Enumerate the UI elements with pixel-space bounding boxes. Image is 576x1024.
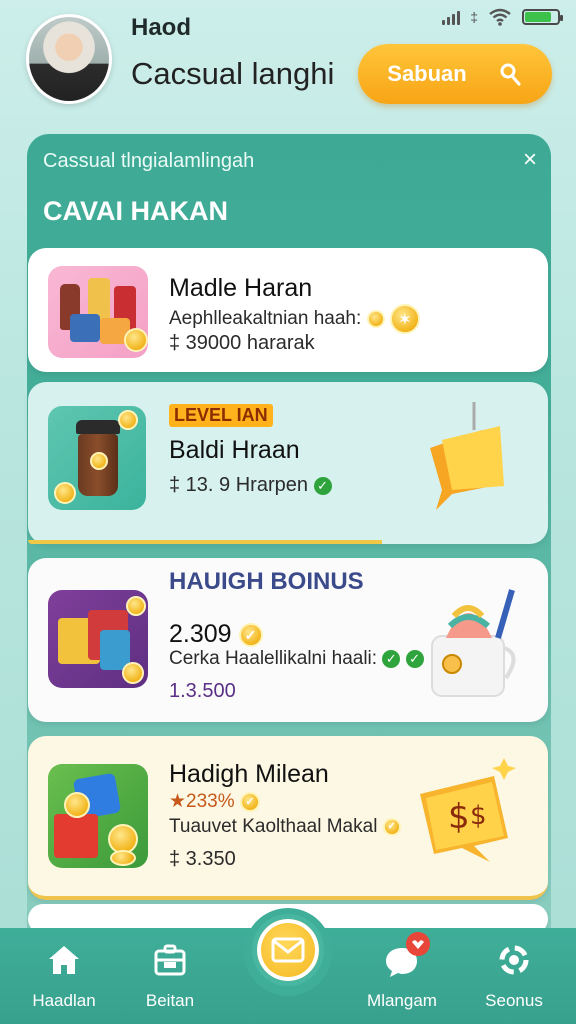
level-badge: LEVEL IAN [169,404,273,427]
top-action-button[interactable]: Sabuan [358,44,552,104]
close-icon[interactable]: × [523,146,537,174]
check-icon: ✓ [313,476,332,495]
panel-subtitle: Cassual tlngialamlingah [43,150,255,172]
card-title: Madle Haran [169,274,313,302]
panel-title: CAVAI HAKAN [43,196,228,226]
level-card[interactable]: LEVEL IAN Baldi Hraan ‡ 13. 9 Hrarpen ✓ [28,382,548,544]
nav-label: Haadlan [32,991,96,1010]
cup-icon [48,406,146,510]
ticket-icon: $ $ [420,758,516,862]
card-title-text: 2.309 [169,620,232,648]
flag-icon [430,402,504,510]
card-heading: HAUIGH BOINUS [169,568,364,595]
signal-label: ‡ [470,9,478,25]
coin-icon: ✓ [239,791,260,812]
card-value: 1.3.500 [169,680,236,702]
status-bar: ‡ [442,8,563,26]
card-title: 2.309 ✓ [169,620,263,649]
home-icon [49,946,79,974]
nav-item-chat[interactable]: Mlangam [352,932,452,1011]
card-value-text: ‡ 13. 9 Hrarpen [169,474,308,496]
card-description: Tuauvet Kaolthaal Makal ✓ [169,816,401,838]
treasure-icon [48,764,148,868]
top-action-label: Sabuan [387,61,467,86]
coin-icon: ✓ [382,817,401,836]
battery-level [525,12,551,22]
card-description-text: Aephlleakaltnian haah: [169,308,362,330]
card-value: ‡ 39000 hararak [169,332,315,354]
level-progress-bar [28,540,382,544]
offer-card[interactable]: Madle Haran Aephlleakaltnian haah: ✶ ‡ 3… [28,248,548,372]
user-icon [500,63,521,86]
card-description-text: Cerka Haalellikalni haali: [169,648,378,669]
card-title: Baldi Hraan [169,436,300,464]
mail-icon [271,937,305,963]
coin-icon [366,310,385,328]
svg-text:$: $ [448,797,470,837]
card-percent-text: ★233% [169,791,235,812]
card-value: ‡ 3.350 [169,848,236,870]
nav-item-settings[interactable]: Seonus [464,942,564,1011]
center-mail-button[interactable] [252,914,324,986]
gift-box-icon [48,590,148,688]
settings-icon [499,945,529,975]
wifi-icon [489,8,511,26]
user-name: Haod [131,14,191,41]
bonus-card[interactable]: HAUIGH BOINUS 2.309 ✓ Cerka Haalellikaln… [28,558,548,722]
user-subtitle: Cacsual langhi [131,56,335,91]
card-title: Hadigh Milean [169,760,329,788]
card-value: ‡ 13. 9 Hrarpen ✓ [169,474,332,497]
svg-text:$: $ [470,801,487,831]
coin-icon: ✓ [238,623,263,648]
nav-label: Beitan [145,991,195,1010]
check-icon: ✓ [382,649,401,668]
star-coin-icon: ✶ [389,304,420,334]
nav-item-briefcase[interactable]: Beitan [120,942,220,1011]
card-percent: ★233% ✓ [169,790,260,813]
check-icon: ✓ [405,649,424,668]
gift-bundle-icon [48,266,148,358]
signal-icon [442,9,461,25]
avatar[interactable] [26,14,112,104]
reward-card[interactable]: Hadigh Milean ★233% ✓ Tuauvet Kaolthaal … [28,736,548,900]
nav-label: Mlangam [367,991,437,1010]
card-description-text: Tuauvet Kaolthaal Makal [169,816,378,837]
card-description: Aephlleakaltnian haah: ✶ [169,304,420,334]
nav-item-home[interactable]: Haadlan [14,942,114,1011]
chat-icon [386,932,430,977]
nav-label: Seonus [485,991,543,1010]
card-description: Cerka Haalellikalni haali: ✓ ✓ [169,648,424,670]
briefcase-icon [154,944,186,976]
battery-icon [522,9,563,25]
cake-cup-icon [431,589,516,697]
